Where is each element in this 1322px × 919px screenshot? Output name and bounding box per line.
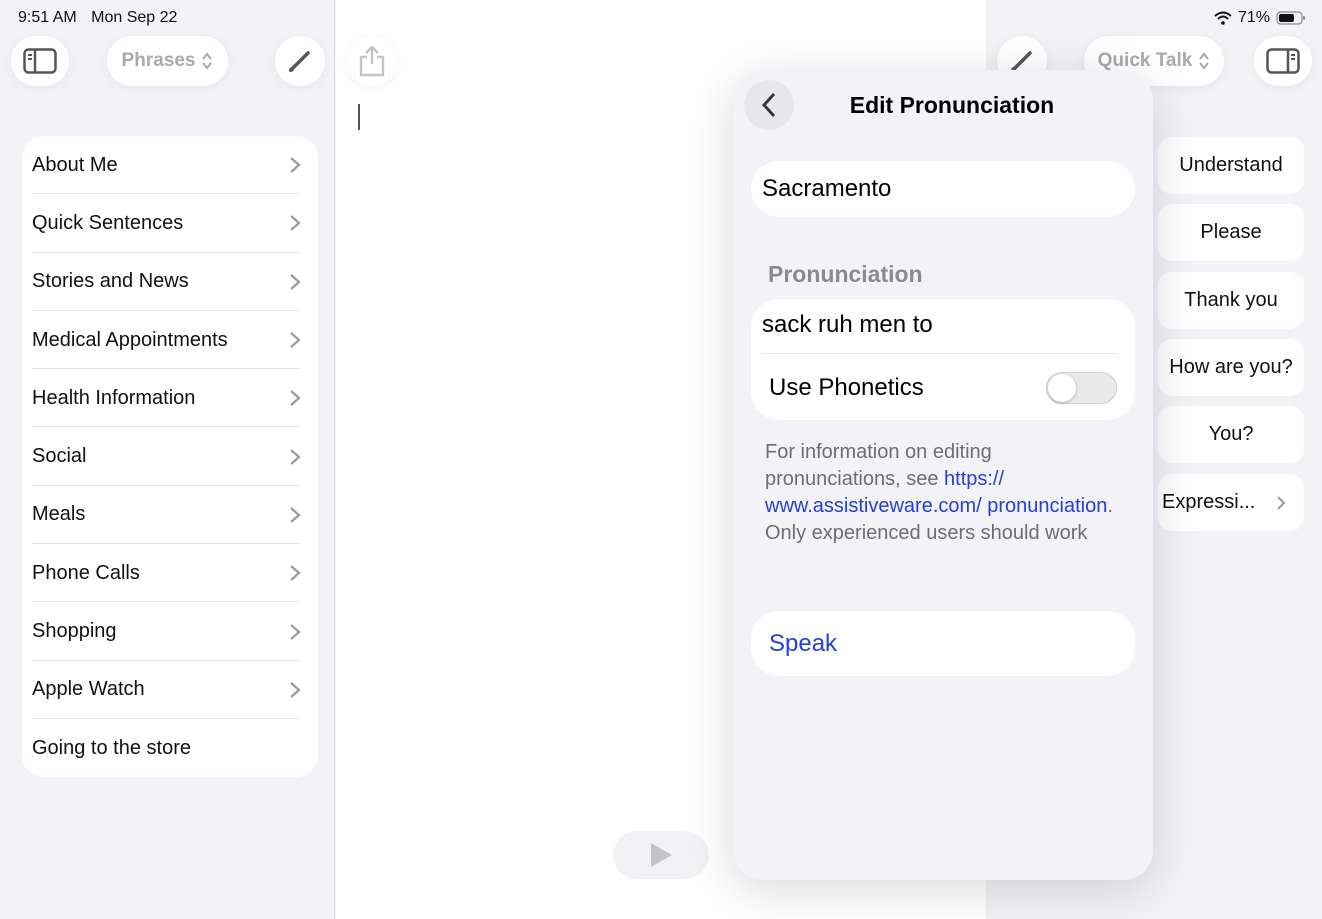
phrase-button[interactable]: How are you?	[1158, 339, 1304, 396]
chevron-right-icon	[1277, 495, 1286, 510]
category-picker[interactable]: Phrases	[107, 36, 228, 86]
phrase-label: Please	[1200, 221, 1262, 243]
chevron-right-icon	[290, 332, 301, 348]
list-item[interactable]: Health Information	[22, 369, 318, 428]
pronunciation-input[interactable]: sack ruh men to	[762, 311, 933, 339]
chevron-up-down-icon	[202, 52, 213, 70]
phonetics-label: Use Phonetics	[769, 374, 924, 401]
list-item[interactable]: Quick Sentences	[22, 194, 318, 253]
list-item[interactable]: Phone Calls	[22, 544, 318, 603]
status-bar-right: 71%	[1214, 9, 1306, 27]
phrase-label: You?	[1208, 423, 1254, 445]
list-item[interactable]: Meals	[22, 486, 318, 545]
phrase-label: How are you?	[1169, 356, 1293, 378]
sidebar-left-icon	[23, 48, 57, 74]
list-item-label: Shopping	[32, 620, 117, 643]
list-item[interactable]: Going to the store	[22, 719, 318, 777]
divider	[762, 353, 1117, 354]
chevron-right-icon	[290, 273, 301, 290]
pronunciation-info: For information on editing pronunciation…	[765, 439, 1125, 547]
list-item-label: Meals	[32, 503, 86, 526]
chevron-right-icon	[290, 623, 301, 640]
word-field[interactable]: Sacramento	[751, 161, 1135, 217]
list-item-label: Going to the store	[32, 736, 191, 759]
toggle-knob	[1048, 374, 1076, 402]
speak-label: Speak	[769, 629, 838, 657]
chevron-right-icon	[290, 565, 301, 582]
edit-categories-button[interactable]	[275, 36, 325, 86]
list-item-label: Social	[32, 445, 87, 468]
sidebar-toggle-button[interactable]	[11, 36, 69, 86]
list-item[interactable]: Apple Watch	[22, 661, 318, 720]
play-icon	[651, 843, 672, 867]
pronunciation-card: sack ruh men to Use Phonetics	[751, 299, 1135, 420]
category-picker-label: Phrases	[121, 50, 196, 71]
list-item-label: Phone Calls	[32, 561, 140, 584]
list-item-label: Medical Appointments	[32, 328, 228, 351]
chevron-right-icon	[290, 448, 301, 465]
status-date: Mon Sep 22	[91, 9, 178, 26]
chevron-right-icon	[290, 681, 301, 698]
play-button[interactable]	[613, 831, 709, 879]
info-warning: Only experienced users should work	[765, 522, 1088, 544]
pencil-icon	[289, 51, 310, 72]
status-bar-left: 9:51 AM Mon Sep 22	[18, 9, 187, 27]
edit-pronunciation-popover: Edit Pronunciation Sacramento Pronunciat…	[733, 70, 1153, 880]
category-list: About Me Quick Sentences Stories and New…	[22, 136, 318, 778]
battery-percent: 71%	[1237, 9, 1270, 26]
chevron-right-icon	[290, 390, 301, 407]
phrase-label: Thank you	[1184, 289, 1278, 311]
phrase-folder-button[interactable]: Expressi...	[1158, 474, 1304, 531]
list-item-label: Quick Sentences	[32, 211, 184, 234]
list-item[interactable]: About Me	[22, 136, 318, 195]
popover-title: Edit Pronunciation	[849, 92, 1055, 118]
text-cursor	[358, 104, 360, 130]
section-label-pronunciation: Pronunciation	[768, 261, 923, 287]
share-icon	[359, 45, 385, 77]
phrase-label: Understand	[1179, 154, 1283, 176]
info-text-period: .	[1107, 495, 1113, 517]
wifi-icon	[1214, 11, 1232, 25]
mode-picker-label: Quick Talk	[1097, 50, 1193, 71]
list-item[interactable]: Social	[22, 427, 318, 487]
battery-icon	[1276, 11, 1305, 25]
list-item-label: About Me	[32, 153, 118, 176]
phrase-button[interactable]: Thank you	[1158, 272, 1304, 329]
chevron-right-icon	[290, 507, 301, 523]
list-item[interactable]: Shopping	[22, 602, 318, 661]
share-button[interactable]	[347, 36, 397, 86]
chevron-right-icon	[290, 215, 301, 232]
phrase-folder-label: Expressi...	[1162, 491, 1256, 513]
chevron-right-icon	[290, 157, 301, 173]
chevron-up-down-icon	[1199, 52, 1210, 70]
phrase-button[interactable]: You?	[1158, 406, 1304, 463]
list-item-label: Stories and News	[32, 270, 189, 293]
use-phonetics-toggle[interactable]	[1046, 372, 1117, 404]
list-item[interactable]: Stories and News	[22, 253, 318, 312]
left-sidebar: 9:51 AM Mon Sep 22 Phrases About Me Quic…	[0, 0, 335, 919]
phrase-button[interactable]: Please	[1158, 204, 1304, 261]
status-time: 9:51 AM	[18, 9, 77, 26]
list-item-label: Health Information	[32, 386, 196, 409]
speak-button[interactable]: Speak	[751, 611, 1135, 676]
list-item[interactable]: Medical Appointments	[22, 311, 318, 370]
right-sidebar-toggle-button[interactable]	[1254, 36, 1312, 86]
sidebar-right-icon	[1266, 48, 1300, 74]
phrase-button[interactable]: Understand	[1158, 137, 1304, 194]
list-item-label: Apple Watch	[32, 678, 145, 701]
